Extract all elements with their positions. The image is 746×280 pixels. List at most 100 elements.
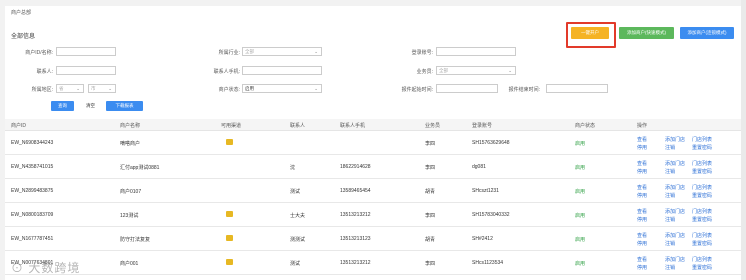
contact-phone-cell: 13513213212 — [340, 260, 371, 266]
login-account-input[interactable] — [436, 47, 516, 56]
disable-link[interactable]: 停用 — [637, 240, 647, 247]
store-list-link[interactable]: 门店列表 — [692, 136, 712, 143]
add-store-fast-button[interactable]: 添加商户(快速模式) — [619, 27, 674, 39]
salesperson-cell: 胡青 — [425, 237, 436, 243]
reset-password-link[interactable]: 重置密码 — [692, 168, 712, 175]
disable-link[interactable]: 停用 — [637, 216, 647, 223]
contact-label: 联系人: — [36, 69, 53, 75]
contact-cell: 测测试 — [290, 237, 306, 243]
col-login-account: 登录账号 — [472, 123, 493, 129]
reset-password-link[interactable]: 重置密码 — [692, 240, 712, 247]
view-link[interactable]: 查看 — [637, 256, 647, 263]
contact-input[interactable] — [56, 66, 116, 75]
province-select[interactable]: 省 ⌄ — [56, 84, 84, 93]
merchant-name-cell: 防守打法复复 — [120, 237, 151, 243]
cancel-link[interactable]: 注销 — [665, 168, 675, 175]
status-select[interactable]: 启用 ⌄ — [242, 84, 322, 93]
salesperson-cell: 李四 — [425, 165, 436, 171]
merchant-name-cell: 商户0107 — [120, 189, 142, 195]
merchant-id-input[interactable] — [56, 47, 116, 56]
store-list-link[interactable]: 门店列表 — [692, 160, 712, 167]
cancel-link[interactable]: 注销 — [665, 144, 675, 151]
chevron-down-icon: ⌄ — [76, 86, 80, 91]
section-title: 全部信息 — [11, 34, 36, 40]
col-status: 商户状态 — [575, 123, 596, 129]
status-value: 启用 — [245, 86, 254, 91]
cancel-link[interactable]: 注销 — [665, 192, 675, 199]
watermark-logo-icon: ⊙ — [11, 261, 25, 275]
scrollbar[interactable] — [741, 0, 746, 280]
view-link[interactable]: 查看 — [637, 208, 647, 215]
add-store-link[interactable]: 添加门店 — [665, 136, 685, 143]
col-salesperson: 业务员 — [425, 123, 441, 129]
status-label: 商户状态: — [218, 87, 240, 93]
col-actions: 操作 — [637, 123, 648, 129]
add-store-link[interactable]: 添加门店 — [665, 160, 685, 167]
disable-link[interactable]: 停用 — [637, 168, 647, 175]
start-time-label: 报件起始时间: — [401, 87, 433, 93]
col-channel: 可用渠道 — [221, 123, 242, 129]
salesperson-cell: 李四 — [425, 213, 436, 219]
reset-password-link[interactable]: 重置密码 — [692, 192, 712, 199]
industry-value: 全部 — [245, 49, 254, 54]
cancel-link[interactable]: 注销 — [665, 264, 675, 271]
city-select[interactable]: 市 ⌄ — [88, 84, 116, 93]
search-button[interactable]: 查询 — [51, 101, 74, 111]
contact-phone-cell: 13513213212 — [340, 212, 371, 218]
store-list-link[interactable]: 门店列表 — [692, 208, 712, 215]
view-link[interactable]: 查看 — [637, 232, 647, 239]
city-value: 市 — [91, 86, 96, 91]
add-store-link[interactable]: 添加门店 — [665, 232, 685, 239]
table-row: EW_N0077634801 商户001 测试 13513213212 李四 SHcs11… — [5, 251, 741, 275]
disable-link[interactable]: 停用 — [637, 144, 647, 151]
clear-button[interactable]: 清空 — [79, 101, 102, 111]
salesperson-select[interactable]: 全部 ⌄ — [436, 66, 516, 75]
salesperson-label: 业务员: — [416, 69, 433, 75]
add-store-link[interactable]: 添加门店 — [665, 256, 685, 263]
download-report-button[interactable]: 下载报表 — [106, 101, 143, 111]
store-list-link[interactable]: 门店列表 — [692, 256, 712, 263]
end-time-input[interactable] — [546, 84, 608, 93]
status-cell: 启用 — [575, 141, 586, 147]
store-list-link[interactable]: 门店列表 — [692, 184, 712, 191]
salesperson-value: 全部 — [439, 68, 448, 73]
login-account-cell: SH15763629648 — [472, 140, 510, 146]
industry-select[interactable]: 全部 ⌄ — [242, 47, 322, 56]
salesperson-cell: 胡青 — [425, 189, 436, 195]
merchant-id-cell: EW_N1677787451 — [11, 236, 54, 242]
reset-password-link[interactable]: 重置密码 — [692, 216, 712, 223]
end-time-label: 报件结束时间: — [508, 87, 540, 93]
contact-cell: 测试 — [290, 261, 301, 267]
status-cell: 启用 — [575, 189, 586, 195]
chevron-down-icon: ⌄ — [314, 86, 318, 91]
add-store-pro-button[interactable]: 添加商户(连锁模式) — [680, 27, 734, 39]
merchant-name-cell: 汇付app测试0881 — [120, 165, 160, 171]
salesperson-cell: 李四 — [425, 141, 436, 147]
contact-phone-cell: 18622914628 — [340, 164, 371, 170]
disable-link[interactable]: 停用 — [637, 264, 647, 271]
view-link[interactable]: 查看 — [637, 136, 647, 143]
store-list-link[interactable]: 门店列表 — [692, 232, 712, 239]
cancel-link[interactable]: 注销 — [665, 240, 675, 247]
status-cell: 启用 — [575, 165, 586, 171]
view-link[interactable]: 查看 — [637, 184, 647, 191]
wechat-pay-icon — [226, 259, 233, 265]
merchant-id-label: 商户ID/名称: — [25, 50, 53, 56]
col-contact: 联系人 — [290, 123, 306, 129]
cancel-link[interactable]: 注销 — [665, 216, 675, 223]
contact-phone-label: 联系人手机: — [213, 69, 240, 75]
login-account-label: 登录账号: — [411, 50, 433, 56]
col-merchant-id: 商户ID — [11, 123, 27, 129]
view-link[interactable]: 查看 — [637, 160, 647, 167]
add-store-link[interactable]: 添加门店 — [665, 184, 685, 191]
reset-password-link[interactable]: 重置密码 — [692, 144, 712, 151]
status-cell: 启用 — [575, 261, 586, 267]
add-store-link[interactable]: 添加门店 — [665, 208, 685, 215]
start-time-input[interactable] — [436, 84, 498, 93]
disable-link[interactable]: 停用 — [637, 192, 647, 199]
login-account-cell: SH#2412 — [472, 236, 493, 242]
col-contact-phone: 联系人手机 — [340, 123, 366, 129]
merchant-id-cell: EW_N6908344243 — [11, 140, 54, 146]
contact-phone-input[interactable] — [242, 66, 322, 75]
reset-password-link[interactable]: 重置密码 — [692, 264, 712, 271]
